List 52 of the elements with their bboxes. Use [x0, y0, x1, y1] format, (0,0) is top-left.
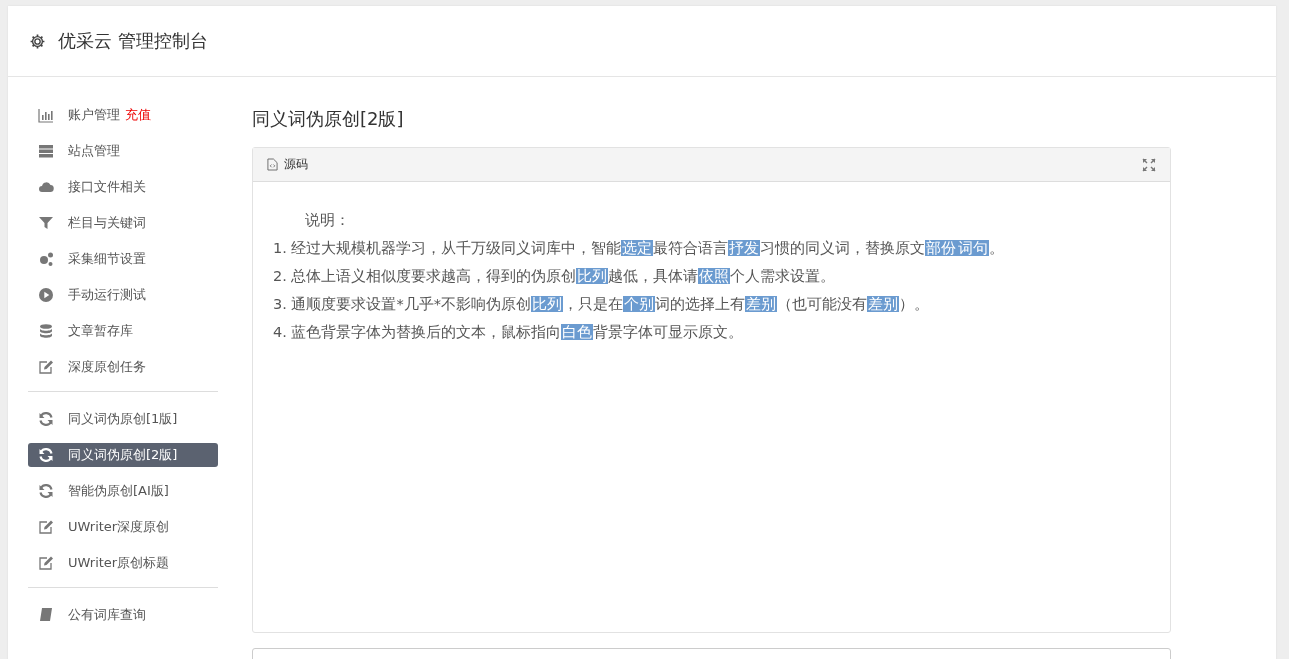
sidebar-item[interactable]: 智能伪原创[AI版]: [28, 479, 218, 503]
sidebar-item[interactable]: 同义词伪原创[1版]: [28, 407, 218, 431]
menu-label: 智能伪原创[AI版]: [68, 482, 169, 500]
refresh-icon: [38, 447, 54, 463]
sidebar-item[interactable]: 站点管理: [28, 139, 218, 163]
menu-label: 同义词伪原创[2版]: [68, 446, 178, 464]
database-icon: [38, 323, 54, 339]
sidebar-item[interactable]: 手动运行测试: [28, 283, 218, 307]
menu-label: 栏目与关键词: [68, 214, 146, 232]
instructions-heading: 说明：: [304, 211, 351, 230]
settings-icon: [29, 32, 46, 50]
recharge-link[interactable]: 充值: [125, 106, 151, 124]
sidebar-item[interactable]: 接口文件相关: [28, 175, 218, 199]
source-tab[interactable]: 源码: [267, 156, 308, 173]
menu-label: 采集细节设置: [68, 250, 146, 268]
instruction-line: 1. 经过大规模机器学习，从千万级同义词库中，智能选定最符合语言抒发习惯的同义词，替换原文部份词句。: [273, 239, 1006, 258]
sidebar-item[interactable]: 公有词库查询: [28, 603, 218, 627]
sidebar-item[interactable]: 账户管理 充值: [28, 103, 218, 127]
edit-icon: [38, 519, 54, 535]
menu-label: 深度原创任务: [68, 358, 146, 376]
cloud-upload-icon: [38, 179, 54, 195]
play-icon: [38, 287, 54, 303]
sidebar-item[interactable]: 采集细节设置: [28, 247, 218, 271]
edit-icon: [38, 359, 54, 375]
menu-label: 接口文件相关: [68, 178, 146, 196]
menu-label: 账户管理: [68, 106, 120, 124]
sidebar-item[interactable]: UWriter原创标题: [28, 551, 218, 575]
sidebar-item[interactable]: 深度原创任务: [28, 355, 218, 379]
menu-label: 文章暂存库: [68, 322, 133, 340]
page-title: 同义词伪原创[2版]: [252, 107, 405, 131]
code-file-icon: [267, 158, 278, 171]
sidebar-item[interactable]: 同义词伪原创[2版]: [28, 443, 218, 467]
instruction-line: 2. 总体上语义相似度要求越高，得到的伪原创 比列越低，具体请依照个人需求设置。: [273, 267, 837, 286]
filter-icon: [38, 215, 54, 231]
sidebar-item[interactable]: 文章暂存库: [28, 319, 218, 343]
sidebar-item[interactable]: UWriter深度原创: [28, 515, 218, 539]
instruction-line: 3. 通顺度要求设置*几乎*不影响伪原创 比列，只是在个别词的选择上有差别（也可能没有差别）。: [273, 295, 930, 314]
server-icon: [38, 143, 54, 159]
menu-label: 站点管理: [68, 142, 120, 160]
menu-label: 公有词库查询: [68, 606, 146, 624]
bar-chart-icon: [38, 107, 54, 123]
refresh-icon: [38, 483, 54, 499]
menu-label: 同义词伪原创[1版]: [68, 410, 178, 428]
console-title: 优采云 管理控制台: [58, 29, 208, 53]
fullscreen-icon[interactable]: [1142, 157, 1156, 172]
instruction-line: 4. 蓝色背景字体为替换后的文本，鼠标指向 白色背景字体可显示原文。: [273, 323, 745, 342]
menu-label: UWriter原创标题: [68, 554, 170, 572]
edit-icon: [38, 555, 54, 571]
menu-label: UWriter深度原创: [68, 518, 170, 536]
menu-label: 手动运行测试: [68, 286, 146, 304]
refresh-icon: [38, 411, 54, 427]
sidebar-item[interactable]: 栏目与关键词: [28, 211, 218, 235]
